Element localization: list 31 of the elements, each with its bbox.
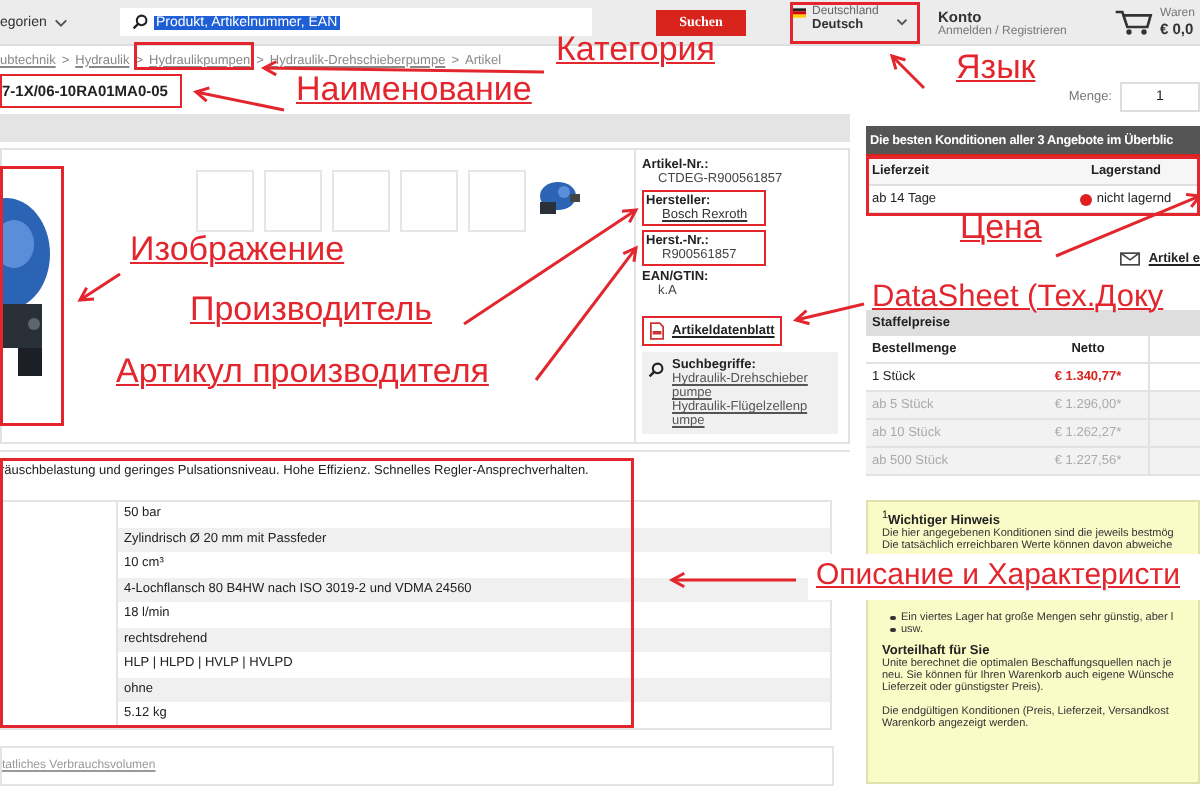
cart-icon[interactable]: [1114, 8, 1154, 36]
annotation-label: Язык: [956, 50, 1036, 88]
annotation-label: Описание и Характеристи: [808, 554, 1200, 599]
envelope-icon: [1120, 251, 1141, 265]
annotation-label: Изображение: [130, 232, 345, 270]
annotation-label: DataSheet (Тех.Доку: [872, 280, 1164, 315]
bullet-icon: [890, 615, 895, 621]
search-icon: [132, 14, 148, 30]
thumbnail-frame[interactable]: [332, 170, 390, 232]
annotation-arrow: [77, 272, 121, 302]
annotation-label: Артикул производителя: [116, 354, 489, 392]
chevron-down-icon: [54, 17, 69, 27]
thumbnail-frame[interactable]: [196, 170, 254, 232]
annotation-label: Категория: [556, 32, 715, 70]
thumbnail-frame[interactable]: [468, 170, 526, 232]
search-icon: [648, 362, 664, 378]
chevron-down-icon: [896, 17, 908, 25]
annotation-arrow: [192, 86, 285, 112]
annotation-label: Цена: [960, 210, 1042, 248]
annotation-label: Производитель: [190, 292, 433, 330]
highlight-box: [790, 2, 920, 44]
annotation-arrow: [889, 53, 926, 90]
pdf-icon: [650, 322, 664, 340]
bullet-icon: [890, 627, 895, 633]
annotation-arrow: [792, 302, 865, 326]
annotation-arrow: [668, 571, 796, 589]
annotation-label: Наименование: [296, 72, 532, 110]
thumbnail-frame[interactable]: [400, 170, 458, 232]
flag-icon: [792, 7, 806, 17]
highlight-box: [134, 42, 254, 70]
thumbnail-frame[interactable]: [264, 170, 322, 232]
